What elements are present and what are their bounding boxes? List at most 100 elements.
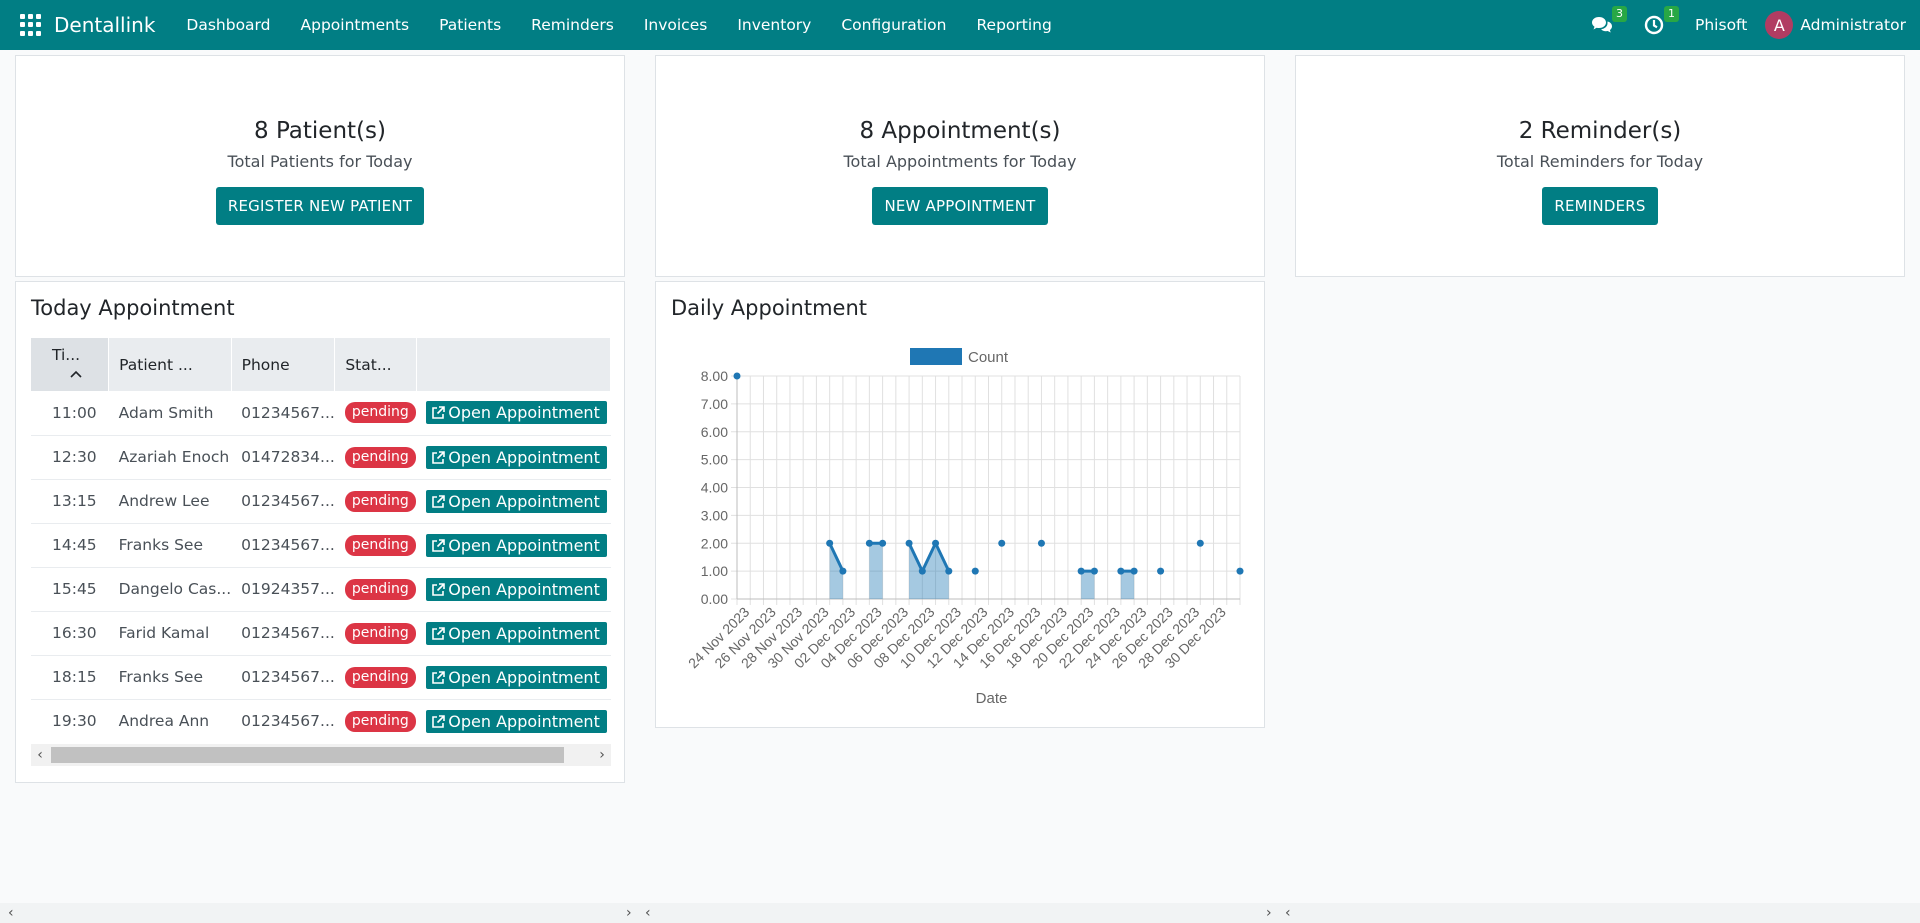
- table-row[interactable]: 11:00 Adam Smith 01234567... pending Open Ap…: [31, 391, 611, 435]
- open-appointment-button[interactable]: Open Appointment: [426, 665, 607, 689]
- open-appointment-button[interactable]: Open Appointment: [426, 709, 607, 733]
- table-horizontal-scrollbar[interactable]: ‹ ›: [31, 744, 611, 766]
- table-row[interactable]: 12:30 Azariah Enoch 01472834... pending Open…: [31, 435, 611, 479]
- open-appointment-button[interactable]: Open Appointment: [426, 533, 607, 557]
- reminders-button[interactable]: REMINDERS: [1542, 187, 1658, 225]
- open-appointment-label: Open Appointment: [448, 403, 600, 423]
- today-appointment-title: Today Appointment: [31, 296, 235, 320]
- nav-reminders[interactable]: Reminders: [516, 0, 629, 50]
- open-appointment-button[interactable]: Open Appointment: [426, 445, 607, 469]
- cell-action: Open Appointment: [416, 391, 610, 435]
- status-badge: pending: [344, 402, 416, 424]
- data-point: [1236, 567, 1244, 575]
- scrollbar-thumb[interactable]: [51, 747, 564, 763]
- company-switcher[interactable]: Phisoft: [1695, 16, 1747, 34]
- new-appointment-button[interactable]: NEW APPOINTMENT: [872, 187, 1048, 225]
- nav-reporting[interactable]: Reporting: [961, 0, 1066, 50]
- nav-configuration[interactable]: Configuration: [826, 0, 961, 50]
- appointments-label: Total Appointments for Today: [843, 152, 1077, 171]
- messages-button[interactable]: 3: [1591, 6, 1628, 36]
- data-point: [932, 539, 940, 547]
- open-appointment-label: Open Appointment: [448, 623, 600, 643]
- y-tick-label: 8.00: [701, 368, 728, 384]
- column-header-label: Ti...: [52, 346, 81, 364]
- table-row[interactable]: 13:15 Andrew Lee 01234567... pending Open Ap…: [31, 479, 611, 523]
- cell-time: 18:15: [52, 668, 97, 686]
- reminders-stat-card: 2 Reminder(s) Total Reminders for Today …: [1295, 55, 1905, 277]
- cell-phone: 01234567...: [241, 712, 335, 730]
- open-appointment-button[interactable]: Open Appointment: [426, 489, 607, 513]
- data-point: [971, 567, 979, 575]
- sort-ascending-icon: [70, 364, 82, 382]
- nav-invoices[interactable]: Invoices: [629, 0, 723, 50]
- cell-status: pending: [335, 611, 416, 655]
- column-header-phone[interactable]: Phone: [231, 338, 336, 391]
- cell-action: Open Appointment: [416, 435, 610, 479]
- series-area: [1081, 571, 1095, 599]
- daily-appointment-card: Daily Appointment 0.00 1.00 2.00 3.00 4.00 5.…: [655, 281, 1265, 728]
- table-row[interactable]: 18:15 Franks See 01234567... pending Open Ap…: [31, 655, 611, 699]
- scroll-right-arrow-icon[interactable]: ›: [593, 744, 611, 766]
- open-appointment-button[interactable]: Open Appointment: [426, 577, 607, 601]
- external-link-icon: [432, 582, 446, 596]
- external-link-icon: [432, 538, 446, 552]
- patients-stat-card: 8 Patient(s) Total Patients for Today RE…: [15, 55, 625, 277]
- scroll-left-icon[interactable]: ‹: [1285, 903, 1291, 923]
- table-row[interactable]: 14:45 Franks See 01234567... pending Open Ap…: [31, 523, 611, 567]
- data-point: [1037, 539, 1045, 547]
- y-tick-label: 6.00: [701, 424, 728, 440]
- column-header-status[interactable]: Stat...: [334, 338, 417, 391]
- cell-time: 16:30: [52, 624, 97, 642]
- user-name: Administrator: [1800, 16, 1906, 34]
- scroll-right-icon[interactable]: ›: [626, 903, 632, 923]
- table-header-row: Ti... Patient ... Phone Stat...: [31, 338, 611, 391]
- cell-status: pending: [335, 699, 416, 738]
- cell-patient: Andrew Lee: [118, 492, 210, 510]
- user-avatar: A: [1765, 11, 1794, 39]
- cell-patient: Dangelo Cas...: [118, 580, 232, 598]
- table-row[interactable]: 15:45 Dangelo Cas... 01924357... pending Ope…: [31, 567, 611, 611]
- cell-patient: Farid Kamal: [118, 624, 210, 642]
- scroll-left-icon[interactable]: ‹: [8, 903, 14, 923]
- data-point: [1130, 567, 1138, 575]
- legend-swatch: [910, 348, 962, 365]
- nav-appointments[interactable]: Appointments: [286, 0, 425, 50]
- scroll-left-arrow-icon[interactable]: ‹: [31, 744, 49, 766]
- scroll-left-icon[interactable]: ‹: [645, 903, 651, 923]
- table-row[interactable]: 19:30 Andrea Ann 01234567... pending Open Ap…: [31, 699, 611, 738]
- cell-status: pending: [335, 435, 416, 479]
- appointment-table-scroll: Ti... Patient ... Phone Stat... 11:00 Ada…: [31, 338, 611, 738]
- today-appointment-card: Today Appointment Ti... Patient ... Phon…: [15, 281, 625, 783]
- series-area: [869, 543, 883, 599]
- cell-action: Open Appointment: [416, 567, 610, 611]
- cell-phone: 01234567...: [241, 492, 335, 510]
- status-badge: pending: [344, 710, 416, 732]
- external-link-icon: [432, 626, 446, 640]
- app-menu-icon[interactable]: [20, 14, 42, 36]
- data-point: [733, 372, 741, 380]
- cell-phone: 01924357...: [241, 580, 335, 598]
- open-appointment-button[interactable]: Open Appointment: [426, 621, 607, 645]
- data-point: [1196, 539, 1204, 547]
- nav-patients[interactable]: Patients: [424, 0, 516, 50]
- messages-count-badge: 3: [1612, 6, 1628, 22]
- cell-phone: 01472834...: [241, 448, 335, 466]
- activities-button[interactable]: 1: [1643, 6, 1680, 36]
- user-menu[interactable]: A Administrator: [1765, 11, 1906, 39]
- cell-patient: Azariah Enoch: [118, 448, 230, 466]
- column-header-time[interactable]: Ti...: [31, 338, 110, 391]
- scroll-right-icon[interactable]: ›: [1266, 903, 1272, 923]
- data-point: [1090, 567, 1098, 575]
- column-header-patient[interactable]: Patient ...: [108, 338, 232, 391]
- open-appointment-label: Open Appointment: [448, 667, 600, 687]
- table-row[interactable]: 16:30 Farid Kamal 01234567... pending Open A…: [31, 611, 611, 655]
- cell-patient: Andrea Ann: [118, 712, 210, 730]
- open-appointment-button[interactable]: Open Appointment: [426, 401, 607, 425]
- nav-dashboard[interactable]: Dashboard: [171, 0, 285, 50]
- cell-action: Open Appointment: [416, 479, 610, 523]
- nav-inventory[interactable]: Inventory: [722, 0, 826, 50]
- cell-phone: 01234567...: [241, 403, 335, 422]
- app-brand[interactable]: Dentallink: [46, 13, 155, 37]
- register-new-patient-button[interactable]: REGISTER NEW PATIENT: [215, 187, 425, 225]
- bottom-scroll-area: [0, 903, 1920, 923]
